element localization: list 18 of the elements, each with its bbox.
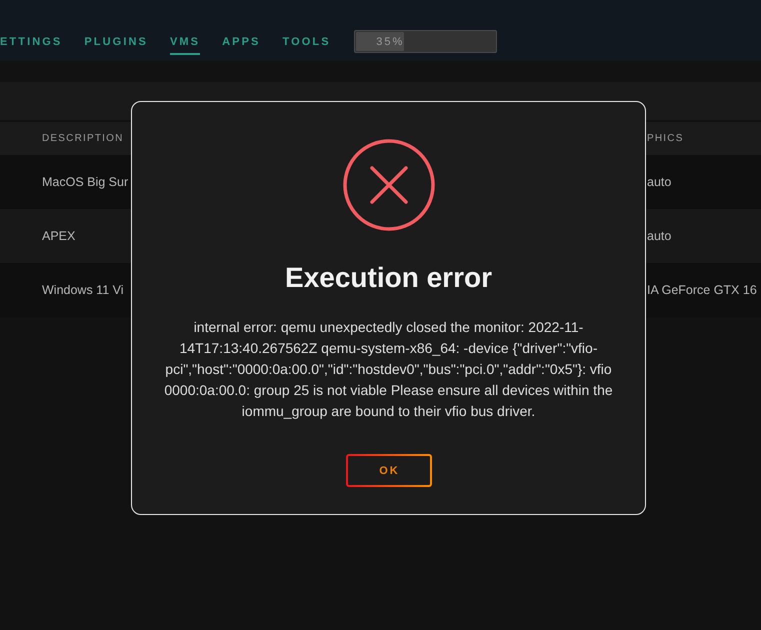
progress-label: 35% — [376, 36, 404, 48]
column-header: PHICS — [647, 133, 684, 144]
column-header: DESCRIPTION — [42, 133, 124, 144]
error-icon — [342, 139, 434, 231]
table-cell: Windows 11 Vi — [42, 283, 124, 297]
table-cell: IA GeForce GTX 16 — [647, 283, 757, 297]
nav-tab[interactable]: VMS — [170, 28, 200, 54]
table-cell: APEX — [42, 229, 76, 243]
nav-tab[interactable]: TOOLS — [282, 28, 331, 54]
table-cell: MacOS Big Sur — [42, 175, 128, 189]
ok-button[interactable]: OK — [346, 454, 432, 487]
table-cell: auto — [647, 175, 672, 189]
nav-tab[interactable]: APPS — [222, 28, 260, 54]
table-cell: auto — [647, 229, 672, 243]
dialog-title: Execution error — [285, 261, 492, 295]
dialog-message: internal error: qemu unexpectedly closed the monitor: 2022-11-14T17:13:40.267562Z qemu-system-x86_64: -device {"driver":"vfio-pci","host":"0000:0a:00.0","id":"hostdev0","bus":"pci.0","addr":"0x5"}: vfio 0000:0a:00.0: group 25 is not viable Please ensure all devices within the iommu_group are bound to their vfio bus driver. — [163, 318, 614, 421]
nav-tab[interactable]: PLUGINS — [84, 28, 148, 54]
nav-tab[interactable]: ETTINGS — [0, 28, 62, 54]
